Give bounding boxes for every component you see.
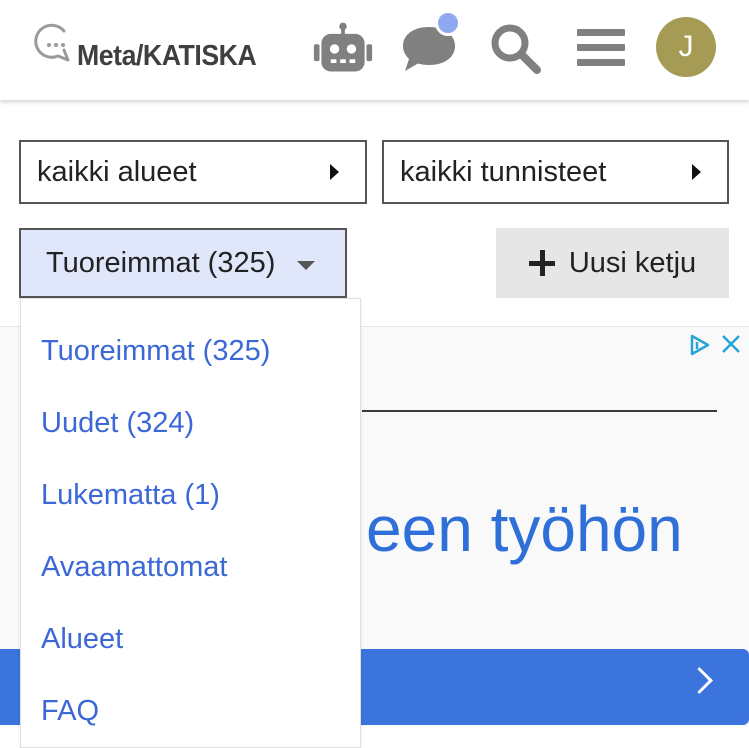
site-header: Meta/KATISKA J xyxy=(0,0,749,100)
category-filter-label: kaikki alueet xyxy=(37,155,197,188)
close-icon[interactable] xyxy=(720,333,742,355)
robot-button[interactable] xyxy=(312,18,374,78)
ad-choices-icon[interactable] xyxy=(688,333,712,357)
site-logo-icon[interactable] xyxy=(28,18,74,64)
menu-item-new[interactable]: Uudet (324) xyxy=(41,407,194,440)
menu-item-unread[interactable]: Lukematta (1) xyxy=(41,479,220,512)
search-button[interactable] xyxy=(484,18,546,78)
user-avatar[interactable]: J xyxy=(656,17,716,77)
navigation-dropdown[interactable]: Tuoreimmat (325) xyxy=(19,228,347,298)
menu-item-unseen[interactable]: Avaamattomat xyxy=(41,551,227,584)
caret-right-icon xyxy=(330,164,339,180)
site-title[interactable]: Meta/KATISKA xyxy=(77,40,257,73)
menu-item-categories[interactable]: Alueet xyxy=(41,623,123,656)
robot-icon xyxy=(313,22,373,72)
category-filter[interactable]: kaikki alueet xyxy=(19,140,367,204)
menu-item-latest[interactable]: Tuoreimmat (325) xyxy=(41,335,270,368)
search-icon xyxy=(491,24,541,74)
ad-divider xyxy=(362,410,717,412)
new-topic-label: Uusi ketju xyxy=(568,246,697,279)
ad-headline[interactable]: een työhön xyxy=(366,492,683,566)
caret-down-icon xyxy=(297,261,315,270)
new-topic-button[interactable]: Uusi ketju xyxy=(496,228,729,298)
hamburger-menu-button[interactable] xyxy=(570,18,632,78)
caret-right-icon xyxy=(692,164,701,180)
navigation-menu: Tuoreimmat (325) Uudet (324) Lukematta (… xyxy=(20,298,361,748)
tag-filter-label: kaikki tunnisteet xyxy=(400,155,607,188)
menu-item-faq[interactable]: FAQ xyxy=(41,695,99,728)
notification-dot xyxy=(435,10,461,36)
navigation-dropdown-label: Tuoreimmat (325) xyxy=(46,246,276,279)
plus-icon xyxy=(528,250,555,276)
tag-filter[interactable]: kaikki tunnisteet xyxy=(382,140,729,204)
hamburger-menu-icon xyxy=(577,29,625,66)
